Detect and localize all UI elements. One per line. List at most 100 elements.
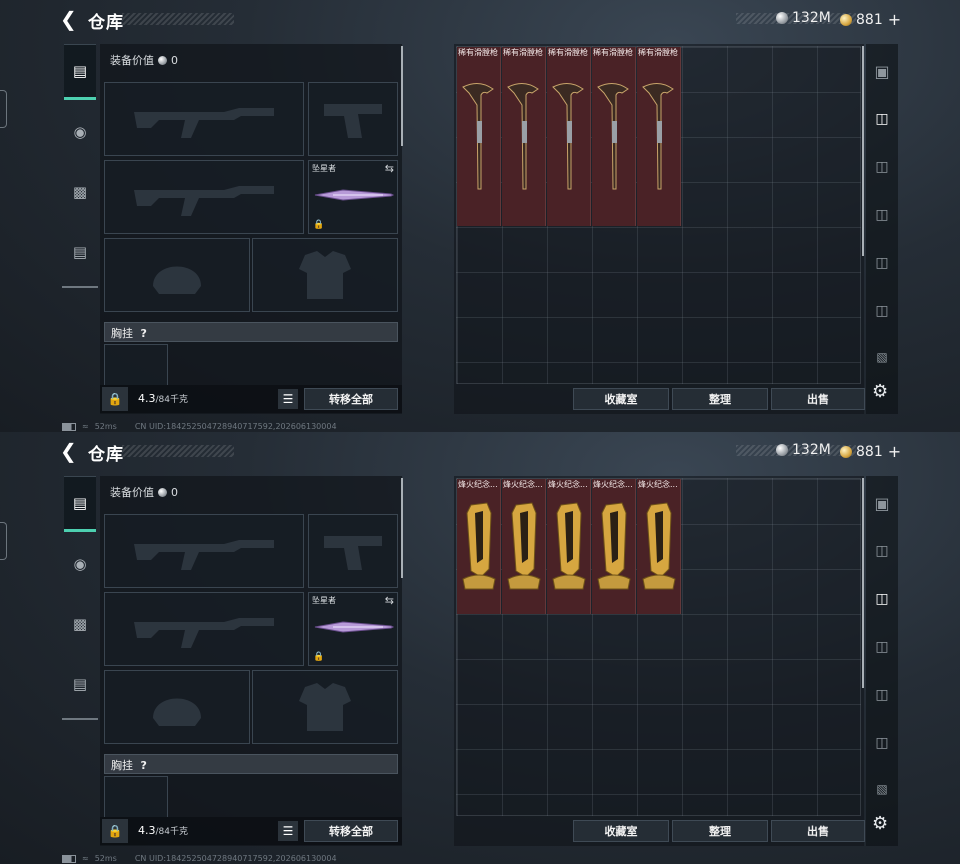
stash-item[interactable]: 烽火纪念... <box>457 479 501 614</box>
chest-rig-header: 胸挂 ? <box>104 322 398 342</box>
left-edge-handle[interactable] <box>0 522 7 560</box>
equipment-panel: 装备价值 0 坠星者 ⇆ 🔒 胸挂 ? <box>100 44 402 414</box>
stash-page-tabs: ▣ ◫ ◫ ◫ ◫ ◫ ▧ <box>866 476 898 846</box>
sell-button[interactable]: 出售 <box>771 820 865 842</box>
swap-icon[interactable]: ⇆ <box>385 594 394 607</box>
primary-weapon-slot[interactable] <box>104 82 304 156</box>
collection-room-button[interactable]: 收藏室 <box>573 820 669 842</box>
stash-item[interactable]: 烽火纪念... <box>637 479 681 614</box>
tab-weapons[interactable]: ▤ <box>64 44 96 100</box>
lock-button[interactable]: 🔒 <box>102 387 128 411</box>
weight-max: /84千克 <box>155 395 189 405</box>
tab-stash-3[interactable]: ◫ <box>868 192 896 238</box>
secondary-weapon-slot[interactable] <box>104 592 304 666</box>
list-view-button[interactable]: ☰ <box>278 389 298 409</box>
gold-currency[interactable]: 881 + <box>840 442 901 461</box>
stash-item[interactable]: 稀有滑膛枪 <box>502 47 546 226</box>
stash-item[interactable]: 稀有滑膛枪 <box>457 47 501 226</box>
network-latency: 52ms <box>94 422 117 431</box>
tab-safe-box[interactable]: ▣ <box>868 480 896 526</box>
list-view-button[interactable]: ☰ <box>278 821 298 841</box>
tab-stash-1[interactable]: ◫ <box>868 528 896 574</box>
tab-toolbox[interactable]: ▤ <box>64 658 96 710</box>
add-currency-icon[interactable]: + <box>888 10 901 29</box>
tab-armor[interactable]: ◉ <box>64 106 96 158</box>
stash-scrollbar[interactable] <box>862 46 864 256</box>
tab-safe-box[interactable]: ▣ <box>868 48 896 94</box>
list-icon: ☰ <box>282 824 294 838</box>
musket-icon <box>642 83 674 190</box>
tab-armor[interactable]: ◉ <box>64 538 96 590</box>
collection-room-button[interactable]: 收藏室 <box>573 388 669 410</box>
organize-button[interactable]: 整理 <box>672 388 768 410</box>
body-armor-slot[interactable] <box>252 238 398 312</box>
stash-item[interactable]: 稀有滑膛枪 <box>637 47 681 226</box>
stash-page-icon: ◫ <box>875 159 889 175</box>
gear-icon[interactable]: ⚙ <box>872 381 888 402</box>
help-icon[interactable]: ? <box>141 759 147 772</box>
tab-consumables[interactable]: ▩ <box>64 166 96 218</box>
sidearm-slot[interactable] <box>308 514 398 588</box>
stash-panel: 稀有滑膛枪 稀有滑膛枪 稀有滑膛枪 稀有滑膛枪 稀有滑膛枪 收藏室 整理 出售 <box>454 44 865 414</box>
lock-button[interactable]: 🔒 <box>102 819 128 843</box>
stash-item[interactable]: 烽火纪念... <box>502 479 546 614</box>
rifle-silhouette-icon <box>134 540 274 570</box>
musket-icon <box>462 83 494 190</box>
stash-item[interactable]: 烽火纪念... <box>592 479 636 614</box>
stash-page-icon: ◫ <box>875 687 889 703</box>
helmet-slot[interactable] <box>104 670 250 744</box>
swap-icon[interactable]: ⇆ <box>385 162 394 175</box>
back-arrow-icon[interactable]: ❮ <box>60 440 82 462</box>
primary-weapon-slot[interactable] <box>104 514 304 588</box>
tab-consumables[interactable]: ▩ <box>64 598 96 650</box>
tab-stash-4[interactable]: ◫ <box>868 672 896 718</box>
stash-item[interactable]: 稀有滑膛枪 <box>547 47 591 226</box>
tab-stash-1[interactable]: ◫ <box>868 96 896 142</box>
gold-currency[interactable]: 881 + <box>840 10 901 29</box>
equipment-scrollbar[interactable] <box>401 478 403 578</box>
transfer-all-button[interactable]: 转移全部 <box>304 388 398 410</box>
back-arrow-icon[interactable]: ❮ <box>60 8 82 30</box>
lock-icon: 🔒 <box>313 652 325 662</box>
equipment-scrollbar[interactable] <box>401 46 403 146</box>
stash-grid[interactable]: 烽火纪念... 烽火纪念... 烽火纪念... 烽火纪念... 烽火纪念... <box>456 478 861 816</box>
left-edge-handle[interactable] <box>0 90 7 128</box>
tab-stash-4[interactable]: ◫ <box>868 240 896 286</box>
chest-rig-slot[interactable] <box>104 776 168 817</box>
body-armor-slot[interactable] <box>252 670 398 744</box>
melee-slot-name: 坠星者 <box>312 596 336 605</box>
tab-stash-3[interactable]: ◫ <box>868 624 896 670</box>
sell-button[interactable]: 出售 <box>771 388 865 410</box>
top-bar: ❮ 仓库 132M 881 + <box>0 0 960 40</box>
stash-scrollbar[interactable] <box>862 478 864 688</box>
help-icon[interactable]: ? <box>141 327 147 340</box>
melee-slot[interactable]: 坠星者 ⇆ 🔒 <box>308 592 398 666</box>
melee-slot[interactable]: 坠星者 ⇆ 🔒 <box>308 160 398 234</box>
sidearm-slot[interactable] <box>308 82 398 156</box>
gear-icon[interactable]: ⚙ <box>872 813 888 834</box>
helmet-slot[interactable] <box>104 238 250 312</box>
stash-item[interactable]: 烽火纪念... <box>547 479 591 614</box>
item-name: 烽火纪念... <box>593 480 633 489</box>
stash-page-icon: ◫ <box>875 735 889 751</box>
tab-weapons[interactable]: ▤ <box>64 476 96 532</box>
trophy-icon <box>507 502 541 590</box>
tab-stash-extra[interactable]: ▧ <box>868 334 896 380</box>
tab-stash-2[interactable]: ◫ <box>868 144 896 190</box>
chest-rig-slot[interactable] <box>104 344 168 385</box>
add-currency-icon[interactable]: + <box>888 442 901 461</box>
organize-button[interactable]: 整理 <box>672 820 768 842</box>
transfer-all-button[interactable]: 转移全部 <box>304 820 398 842</box>
tab-stash-2[interactable]: ◫ <box>868 576 896 622</box>
tab-stash-extra[interactable]: ▧ <box>868 766 896 812</box>
stash-grid[interactable]: 稀有滑膛枪 稀有滑膛枪 稀有滑膛枪 稀有滑膛枪 稀有滑膛枪 <box>456 46 861 384</box>
equipment-panel: 装备价值 0 坠星者 ⇆ 🔒 胸挂 ? <box>100 476 402 846</box>
musket-icon <box>552 83 584 190</box>
tab-stash-5[interactable]: ◫ <box>868 720 896 766</box>
item-name: 稀有滑膛枪 <box>458 48 498 57</box>
vest-silhouette-icon <box>299 251 351 299</box>
tab-stash-5[interactable]: ◫ <box>868 288 896 334</box>
tab-toolbox[interactable]: ▤ <box>64 226 96 278</box>
stash-item[interactable]: 稀有滑膛枪 <box>592 47 636 226</box>
secondary-weapon-slot[interactable] <box>104 160 304 234</box>
